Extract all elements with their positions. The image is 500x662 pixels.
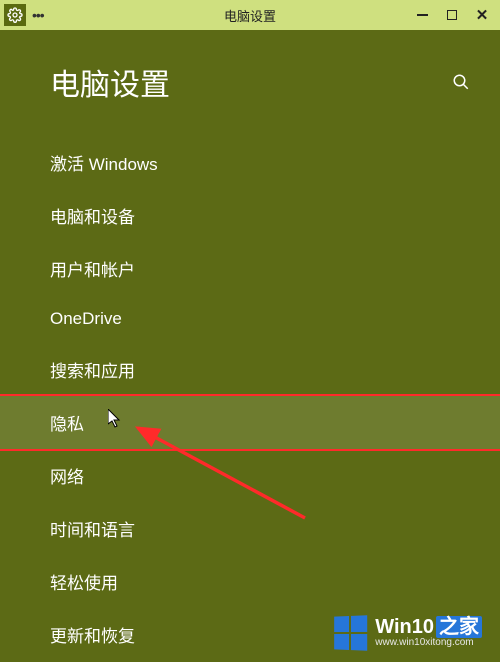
gear-icon[interactable]	[4, 4, 26, 26]
nav-item-label: 网络	[50, 468, 84, 487]
nav-item[interactable]: 激活 Windows	[0, 136, 500, 189]
watermark-url: www.win10xitong.com	[375, 638, 473, 649]
watermark-brand: Win10	[375, 616, 434, 638]
search-button[interactable]	[450, 71, 472, 93]
maximize-button[interactable]	[444, 7, 460, 23]
watermark: Win10之家 www.win10xitong.com	[333, 616, 482, 650]
page-title: 电脑设置	[50, 60, 450, 104]
window-title: 电脑设置	[224, 6, 276, 25]
nav-item[interactable]: OneDrive	[0, 295, 500, 343]
nav-item[interactable]: 轻松使用	[0, 555, 500, 608]
search-icon	[452, 73, 470, 91]
watermark-text: Win10之家 www.win10xitong.com	[375, 617, 482, 649]
nav-item[interactable]: 电脑和设备	[0, 189, 500, 242]
minimize-button[interactable]	[414, 7, 430, 23]
titlebar-left: •••	[0, 4, 44, 26]
window-controls: ✕	[414, 7, 500, 23]
windows-logo-icon	[334, 615, 367, 650]
nav-item-label: 激活 Windows	[50, 155, 158, 174]
content-area: 电脑设置 激活 Windows 电脑和设备用户和帐户 OneDrive 搜索和应用隐私…	[0, 30, 500, 661]
nav-item-label: 用户和帐户	[50, 261, 135, 280]
nav-item[interactable]: 用户和帐户	[0, 242, 500, 295]
nav-item-label: 时间和语言	[50, 521, 135, 540]
system-menu-icon[interactable]: •••	[32, 8, 44, 22]
nav-item-label: 轻松使用	[50, 574, 118, 593]
nav-item[interactable]: 隐私	[0, 396, 500, 449]
close-button[interactable]: ✕	[474, 7, 490, 23]
nav-item[interactable]: 网络	[0, 449, 500, 502]
titlebar: ••• 电脑设置 ✕	[0, 0, 500, 30]
nav-item-label: OneDrive	[50, 309, 122, 328]
nav-item-label: 电脑和设备	[50, 208, 135, 227]
nav-item[interactable]: 时间和语言	[0, 502, 500, 555]
watermark-suffix: 之家	[436, 616, 482, 638]
nav-item-label: 更新和恢复	[50, 627, 135, 646]
nav-item-label: 搜索和应用	[50, 362, 135, 381]
nav-list: 激活 Windows 电脑和设备用户和帐户 OneDrive 搜索和应用隐私网络时间和…	[0, 136, 500, 661]
nav-item-label: 隐私	[50, 415, 84, 434]
cursor-icon	[108, 409, 124, 429]
header-row: 电脑设置	[0, 60, 500, 104]
nav-item[interactable]: 搜索和应用	[0, 343, 500, 396]
